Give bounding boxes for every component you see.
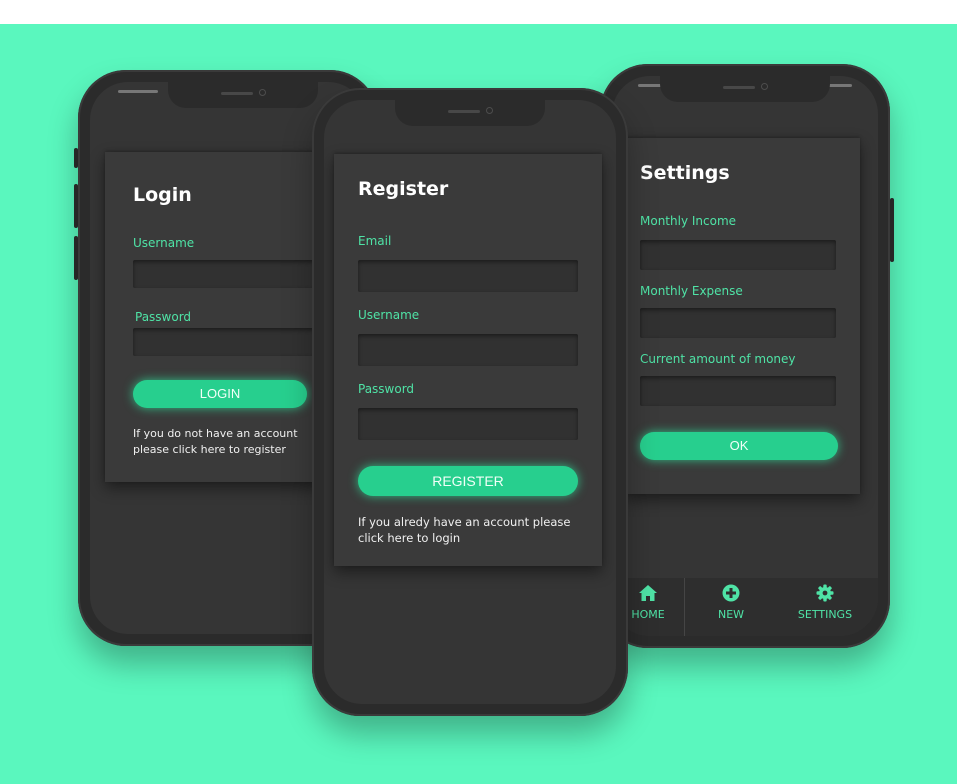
home-icon xyxy=(639,585,657,601)
speaker-grille xyxy=(448,110,480,113)
login-title: Login xyxy=(133,184,192,206)
phone-side-button xyxy=(74,184,78,228)
phone-settings: Settings Monthly Income Monthly Expense … xyxy=(600,64,894,648)
gear-icon xyxy=(816,584,834,602)
current-money-label: Current amount of money xyxy=(640,352,796,366)
username-input[interactable] xyxy=(358,334,578,366)
password-input[interactable] xyxy=(358,408,578,440)
tab-new-label: NEW xyxy=(717,608,745,621)
login-link[interactable]: If you alredy have an account please cli… xyxy=(358,514,594,546)
password-label: Password xyxy=(358,382,415,396)
phone-side-button xyxy=(890,198,894,262)
settings-title: Settings xyxy=(640,162,730,184)
phone-screen: Register Email Username Password REGISTE… xyxy=(324,100,616,704)
register-button[interactable]: REGISTER xyxy=(358,466,578,496)
phone-side-button xyxy=(74,148,78,168)
tab-settings-label: SETTINGS xyxy=(797,608,853,621)
username-label: Username xyxy=(133,236,195,250)
camera-icon xyxy=(259,89,266,96)
settings-card: Settings Monthly Income Monthly Expense … xyxy=(624,138,860,494)
email-label: Email xyxy=(358,234,392,248)
current-money-input[interactable] xyxy=(640,376,836,406)
tab-settings[interactable]: SETTINGS xyxy=(782,578,868,636)
bottom-tab-bar: HOME NEW SETTINGS xyxy=(612,578,878,636)
username-label: Username xyxy=(358,308,420,322)
camera-icon xyxy=(761,83,768,90)
register-title: Register xyxy=(358,178,449,200)
phone-screen: Settings Monthly Income Monthly Expense … xyxy=(612,76,878,636)
login-button[interactable]: LOGIN xyxy=(133,380,307,408)
monthly-expense-label: Monthly Expense xyxy=(640,284,743,298)
register-card: Register Email Username Password REGISTE… xyxy=(334,154,602,566)
screen-edge xyxy=(118,90,158,93)
monthly-income-label: Monthly Income xyxy=(640,214,737,228)
register-hint-line2: please click here to register xyxy=(133,443,286,456)
password-label: Password xyxy=(135,310,192,324)
plus-circle-icon xyxy=(722,584,740,602)
phone-notch xyxy=(168,82,318,108)
phone-register: Register Email Username Password REGISTE… xyxy=(312,88,628,716)
register-hint-line1: If you do not have an account xyxy=(133,427,298,440)
phone-notch xyxy=(395,100,545,126)
login-hint-line1: If you alredy have an account please xyxy=(358,515,571,529)
speaker-grille xyxy=(723,86,755,89)
camera-icon xyxy=(486,107,493,114)
ok-button[interactable]: OK xyxy=(640,432,838,460)
phone-notch xyxy=(660,76,830,102)
tab-new[interactable]: NEW xyxy=(692,578,770,636)
monthly-income-input[interactable] xyxy=(640,240,836,270)
login-hint-line2: click here to login xyxy=(358,531,461,545)
phone-side-button xyxy=(74,236,78,280)
register-link[interactable]: If you do not have an account please cli… xyxy=(133,426,333,458)
email-input[interactable] xyxy=(358,260,578,292)
showcase-background: Login Username Password LOGIN If you do … xyxy=(0,24,957,784)
speaker-grille xyxy=(221,92,253,95)
monthly-expense-input[interactable] xyxy=(640,308,836,338)
